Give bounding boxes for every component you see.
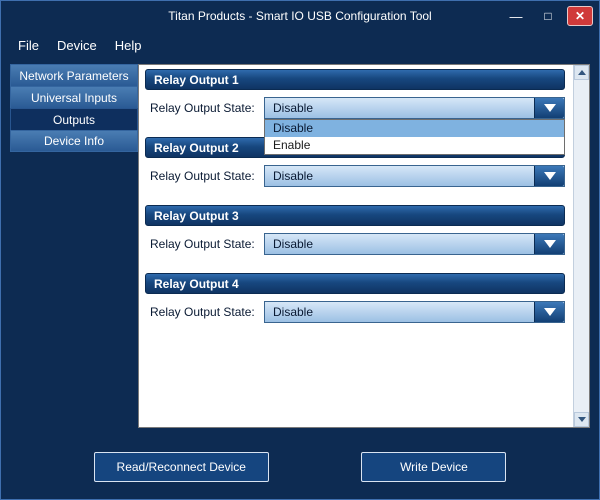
dropdown-value: Disable <box>273 101 313 115</box>
dropdown-option-enable[interactable]: Enable <box>265 137 564 154</box>
dropdown-value: Disable <box>273 169 313 183</box>
group-header: Relay Output 3 <box>145 205 565 226</box>
content-area: Network Parameters Universal Inputs Outp… <box>1 59 599 434</box>
group-row: Relay Output State: Disable <box>145 165 565 187</box>
relay-output-2-state-dropdown[interactable]: Disable <box>264 165 565 187</box>
window-controls: — □ ✕ <box>503 6 593 26</box>
minimize-icon: — <box>510 9 523 24</box>
dropdown-arrow-button[interactable] <box>534 166 564 186</box>
chevron-down-icon <box>544 308 556 316</box>
maximize-icon: □ <box>544 9 551 23</box>
relay-output-state-label: Relay Output State: <box>150 237 264 251</box>
group-relay-output-4: Relay Output 4 Relay Output State: Disab… <box>145 273 565 323</box>
arrow-down-icon <box>578 417 586 422</box>
menu-file[interactable]: File <box>9 34 48 57</box>
dropdown-option-disable[interactable]: Disable <box>265 120 564 137</box>
scroll-down-button[interactable] <box>574 412 589 427</box>
relay-output-state-label: Relay Output State: <box>150 305 264 319</box>
group-relay-output-3: Relay Output 3 Relay Output State: Disab… <box>145 205 565 255</box>
maximize-button[interactable]: □ <box>535 6 561 26</box>
minimize-button[interactable]: — <box>503 6 529 26</box>
write-device-button[interactable]: Write Device <box>361 452 506 482</box>
read-reconnect-device-button[interactable]: Read/Reconnect Device <box>94 452 269 482</box>
tab-universal-inputs[interactable]: Universal Inputs <box>10 86 138 108</box>
group-row: Relay Output State: Disable Disable Enab… <box>145 97 565 119</box>
tab-network-parameters[interactable]: Network Parameters <box>10 64 138 86</box>
menu-device[interactable]: Device <box>48 34 106 57</box>
close-icon: ✕ <box>575 9 585 23</box>
dropdown-value: Disable <box>273 305 313 319</box>
title-bar: Titan Products - Smart IO USB Configurat… <box>1 1 599 31</box>
group-relay-output-1: Relay Output 1 Relay Output State: Disab… <box>145 69 565 119</box>
relay-output-1-state-dropdown[interactable]: Disable Disable Enable <box>264 97 565 119</box>
close-button[interactable]: ✕ <box>567 6 593 26</box>
dropdown-arrow-button[interactable] <box>534 302 564 322</box>
scroll-up-button[interactable] <box>574 65 589 80</box>
relay-output-state-label: Relay Output State: <box>150 169 264 183</box>
dropdown-arrow-button[interactable] <box>534 98 564 118</box>
app-window: Titan Products - Smart IO USB Configurat… <box>0 0 600 500</box>
footer: Read/Reconnect Device Write Device <box>1 434 599 499</box>
dropdown-arrow-button[interactable] <box>534 234 564 254</box>
main-panel: Relay Output 1 Relay Output State: Disab… <box>138 64 590 428</box>
menu-help[interactable]: Help <box>106 34 151 57</box>
sidebar: Network Parameters Universal Inputs Outp… <box>10 64 138 428</box>
group-header: Relay Output 1 <box>145 69 565 90</box>
relay-output-1-dropdown-list: Disable Enable <box>264 119 565 155</box>
group-header: Relay Output 4 <box>145 273 565 294</box>
tab-device-info[interactable]: Device Info <box>10 130 138 152</box>
relay-output-3-state-dropdown[interactable]: Disable <box>264 233 565 255</box>
menu-bar: File Device Help <box>1 31 599 59</box>
chevron-down-icon <box>544 240 556 248</box>
dropdown-value: Disable <box>273 237 313 251</box>
group-row: Relay Output State: Disable <box>145 233 565 255</box>
tab-outputs[interactable]: Outputs <box>10 108 138 130</box>
vertical-scrollbar[interactable] <box>573 65 589 427</box>
chevron-down-icon <box>544 172 556 180</box>
group-row: Relay Output State: Disable <box>145 301 565 323</box>
relay-output-state-label: Relay Output State: <box>150 101 264 115</box>
chevron-down-icon <box>544 104 556 112</box>
relay-output-4-state-dropdown[interactable]: Disable <box>264 301 565 323</box>
arrow-up-icon <box>578 70 586 75</box>
